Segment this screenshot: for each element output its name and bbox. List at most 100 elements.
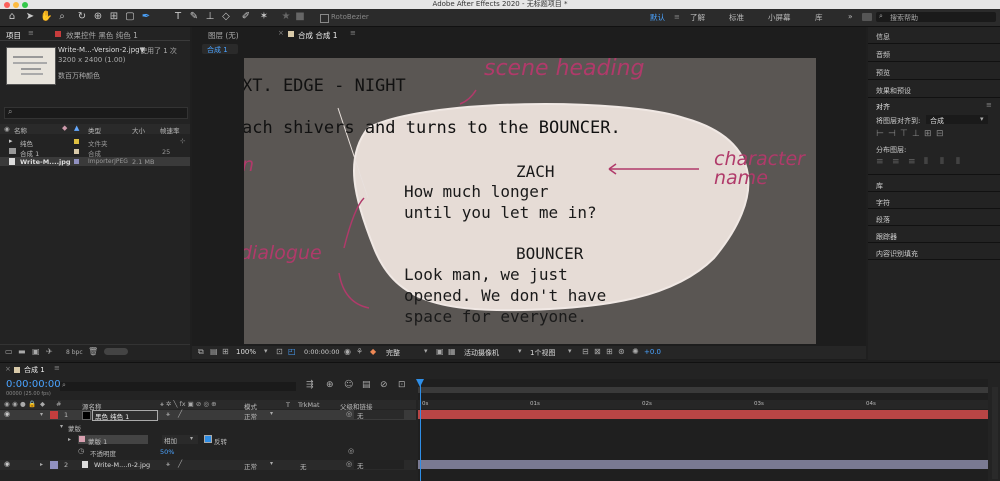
home-icon[interactable]: ⌂ [6,11,18,23]
layer-row-2[interactable]: ◉ ▸ 2 Write-M....n-2.jpg ⚹ ╱ 正常 ▾ 无 ◎ 无 [0,460,416,471]
brush-tool-icon[interactable]: ✎ [188,11,200,23]
panel-tracker[interactable]: 跟踪器 [876,232,897,242]
layer-name[interactable]: Write-M....n-2.jpg [94,461,150,469]
mode-arrow-icon[interactable]: ▾ [270,410,273,417]
workspace-learn[interactable]: 了解 [690,12,705,23]
column-t[interactable]: T [286,401,290,409]
timeline-search-input[interactable]: ⌕ [60,381,296,391]
search-toggle-icon[interactable] [862,13,872,21]
viewer-menu-icon[interactable]: ≡ [350,29,356,37]
pick-whip-icon[interactable]: ◎ [346,410,352,418]
column-label-icon[interactable]: ◉ [4,125,10,133]
new-folder-icon[interactable]: ▬ [18,347,26,356]
playhead-handle-icon[interactable] [416,379,424,387]
playhead[interactable] [420,379,421,481]
layer-name-field[interactable]: 黑色 纯色 1 [92,410,158,421]
comp-breadcrumb[interactable]: 合成 1 [202,44,238,54]
align-right-icon[interactable]: ⊤ [900,129,908,139]
show-snapshot-icon[interactable]: ⚘ [356,347,363,356]
minimize-window-icon[interactable] [13,2,19,8]
align-top-icon[interactable]: ⊥ [912,129,920,139]
collapse-switch-icon[interactable]: ⚹ [166,410,170,419]
column-framerate[interactable]: 帧速率 [160,125,180,135]
puppet-tool-icon[interactable]: ✶ [258,11,270,23]
distribute-top-icon[interactable]: ≡ [876,157,884,167]
parent-dropdown[interactable]: 无 [354,460,404,470]
fit-icon[interactable]: ⊡ [276,347,283,356]
layer-visibility-icon[interactable]: ◉ [4,460,10,468]
audio-toggle-icon[interactable]: ◉ [12,400,18,408]
align-hcenter-icon[interactable]: ⊣ [888,129,896,139]
views-arrow-icon[interactable]: ▾ [568,347,572,355]
workspace-default[interactable]: 默认 [650,12,665,23]
timeline-tracks[interactable]: 0s 01s 02s 03s 04s [416,379,988,481]
layer-row-1[interactable]: ◉ ▾ 1 黑色 纯色 1 ⚹ ╱ 正常 ▾ ◎ 无 [0,410,416,421]
resolution-dropdown[interactable]: 完整 [386,348,400,358]
workspace-library[interactable]: 库 [815,12,823,23]
panel-effects-presets[interactable]: 效果和预设 [876,86,911,96]
expression-pick-whip-icon[interactable]: ◎ [348,447,354,455]
invert-checkbox[interactable] [204,435,212,443]
transparency-grid-icon[interactable]: ▦ [448,347,456,356]
layer-visibility-icon[interactable]: ◉ [4,410,10,418]
parent-dropdown[interactable]: 无 [354,410,404,420]
zoom-dropdown-arrow-icon[interactable]: ▾ [264,347,268,355]
snapshot-icon[interactable]: ◉ [344,347,351,356]
tag-column-icon[interactable]: ▲ [74,124,79,132]
close-tab-icon[interactable]: × [5,365,11,373]
comp-flowchart-icon[interactable]: ⊛ [618,347,625,356]
expand-mask-group-icon[interactable]: ▾ [60,423,63,430]
clone-stamp-tool-icon[interactable]: ⊥ [204,11,216,23]
graph-editor-icon[interactable]: ⊡ [398,380,406,390]
panel-align-title[interactable]: 对齐 [876,102,890,112]
region-icon[interactable]: ▣ [436,347,444,356]
channel-icon[interactable]: ◆ [370,347,376,356]
distribute-left-icon[interactable]: ⦀ [924,157,928,167]
solo-toggle-icon[interactable]: ● [20,400,26,408]
panel-content-aware-fill[interactable]: 内容识别填充 [876,249,918,259]
layer-1-duration-bar[interactable] [418,410,988,419]
rotobezier-checkbox[interactable] [320,14,329,23]
panel-paragraph[interactable]: 段落 [876,215,890,225]
selected-file-name[interactable]: Write-M...-Version-2.jpg▼ [58,46,145,54]
mask-mode-dropdown[interactable]: 相加 ▾ [162,435,198,445]
mask-visibility-icon[interactable]: ◰ [288,347,296,356]
interpret-footage-icon[interactable]: ▭ [5,347,13,356]
tab-layer-viewer[interactable]: 图层 (无) [208,30,239,41]
layer-label-color[interactable] [50,411,58,419]
hand-tool-icon[interactable]: ✋ [40,11,52,23]
align-left-icon[interactable]: ⊢ [876,129,884,139]
layer-2-duration-bar[interactable] [418,460,988,469]
expand-layer-icon[interactable]: ▸ [40,461,43,468]
mask-color-swatch[interactable] [79,436,85,442]
workspace-menu-icon[interactable]: ≡ [674,13,680,21]
layer-mode[interactable]: 正常 [244,461,257,471]
workspace-standard[interactable]: 标准 [729,12,744,23]
comp-mini-flowchart-icon[interactable]: ⇶ [306,380,314,390]
panel-menu-icon[interactable]: ≡ [28,29,34,37]
roto-brush-tool-icon[interactable]: ✐ [240,11,252,23]
column-name[interactable]: 名称 [14,125,27,135]
timeline-icon[interactable]: ⊞ [606,347,613,356]
reset-exposure-icon[interactable]: ✺ [632,347,639,356]
distribute-right-icon[interactable]: ⦀ [956,157,960,167]
tab-composition[interactable]: 合成 合成 1 [298,30,338,41]
label-column-icon[interactable]: ◆ [62,124,67,132]
distribute-hcenter-icon[interactable]: ⦀ [940,157,944,167]
timeline-scrollbar[interactable] [992,387,998,479]
type-tool-icon[interactable]: T [172,11,184,23]
toggle-pixel-aspect-icon[interactable]: ⊟ [582,347,589,356]
maximize-window-icon[interactable] [22,2,28,8]
layer-number-column-icon[interactable]: # [56,400,61,408]
pan-behind-tool-icon[interactable]: ⊞ [108,11,120,23]
column-size[interactable]: 大小 [132,125,145,135]
exposure-value[interactable]: +0.0 [644,348,661,356]
tab-timeline-comp[interactable]: 合成 1 [24,365,45,375]
region-of-interest-icon[interactable]: ▤ [210,347,218,356]
timeline-menu-icon[interactable]: ≡ [54,364,60,372]
always-preview-icon[interactable]: ⧉ [198,347,204,357]
column-trkmat[interactable]: TrkMat [298,401,320,409]
expand-mask-icon[interactable]: ▸ [68,436,71,443]
trkmat-value[interactable]: 无 [300,461,307,471]
panel-character[interactable]: 字符 [876,198,890,208]
